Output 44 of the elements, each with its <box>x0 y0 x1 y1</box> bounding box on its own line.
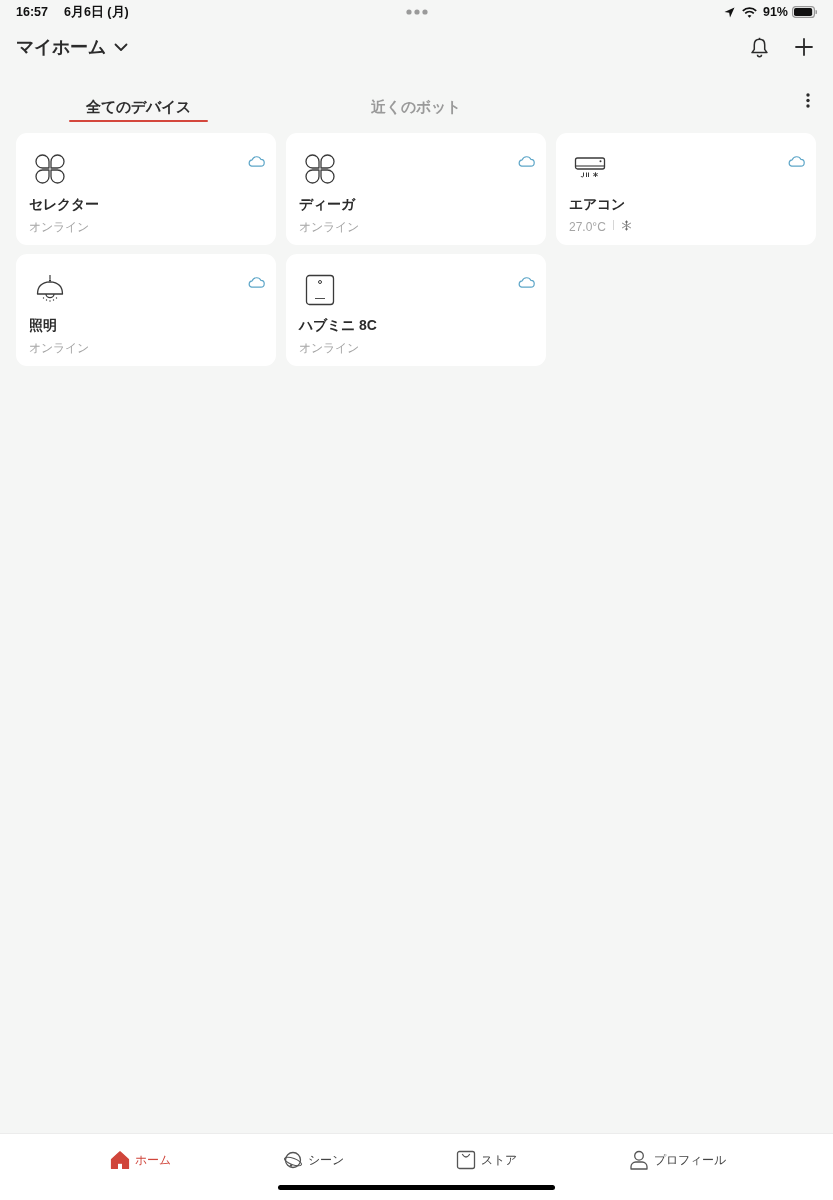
add-button[interactable] <box>795 38 813 56</box>
nav-tab[interactable]: シーン <box>283 1150 344 1170</box>
device-status: オンライン <box>29 219 89 236</box>
device-status: オンライン <box>299 219 359 236</box>
notifications-button[interactable] <box>750 36 769 58</box>
planet-icon <box>283 1150 303 1170</box>
square-device-icon <box>304 274 336 306</box>
wifi-icon <box>741 6 757 18</box>
device-name: ハブミニ 8C <box>299 316 378 335</box>
battery-icon <box>792 6 817 18</box>
home-title: マイホーム <box>16 36 106 59</box>
status-time: 16:57 <box>16 3 48 21</box>
nav-tab[interactable]: ストア <box>456 1150 517 1170</box>
chevron-down-icon <box>114 42 128 52</box>
petals-icon <box>304 153 336 185</box>
person-icon <box>629 1150 649 1170</box>
device-status: 27.0°C <box>569 219 606 236</box>
device-name: ディーガ <box>299 195 357 214</box>
device-card[interactable]: セレクター オンライン <box>16 133 276 245</box>
shopping-bag-icon <box>456 1150 476 1170</box>
device-name: 照明 <box>29 316 58 335</box>
device-card[interactable]: エアコン 27.0°C <box>556 133 816 245</box>
device-name: エアコン <box>569 195 626 214</box>
petals-icon <box>34 153 66 185</box>
nav-tab[interactable]: ホーム <box>110 1150 171 1170</box>
dots-icon <box>405 9 428 15</box>
device-card[interactable]: 照明 オンライン <box>16 254 276 366</box>
nav-tab[interactable]: プロフィール <box>629 1150 726 1170</box>
snowflake-icon <box>620 220 632 231</box>
home-selector[interactable]: マイホーム <box>16 35 128 59</box>
location-arrow-icon <box>723 6 735 18</box>
battery-percent: 91% <box>762 3 788 21</box>
plus-icon <box>795 38 813 56</box>
device-name: セレクター <box>29 195 100 214</box>
more-button[interactable] <box>806 93 810 108</box>
more-vertical-icon <box>806 93 810 108</box>
status-date: 6月6日 (月) <box>64 3 129 21</box>
device-status: オンライン <box>299 340 359 357</box>
device-card[interactable]: ハブミニ 8C オンライン <box>286 254 546 366</box>
tab[interactable]: 全てのデバイス <box>0 78 277 123</box>
device-status: オンライン <box>29 340 89 357</box>
bell-icon <box>750 36 769 58</box>
device-card[interactable]: ディーガ オンライン <box>286 133 546 245</box>
house-icon <box>110 1150 130 1170</box>
